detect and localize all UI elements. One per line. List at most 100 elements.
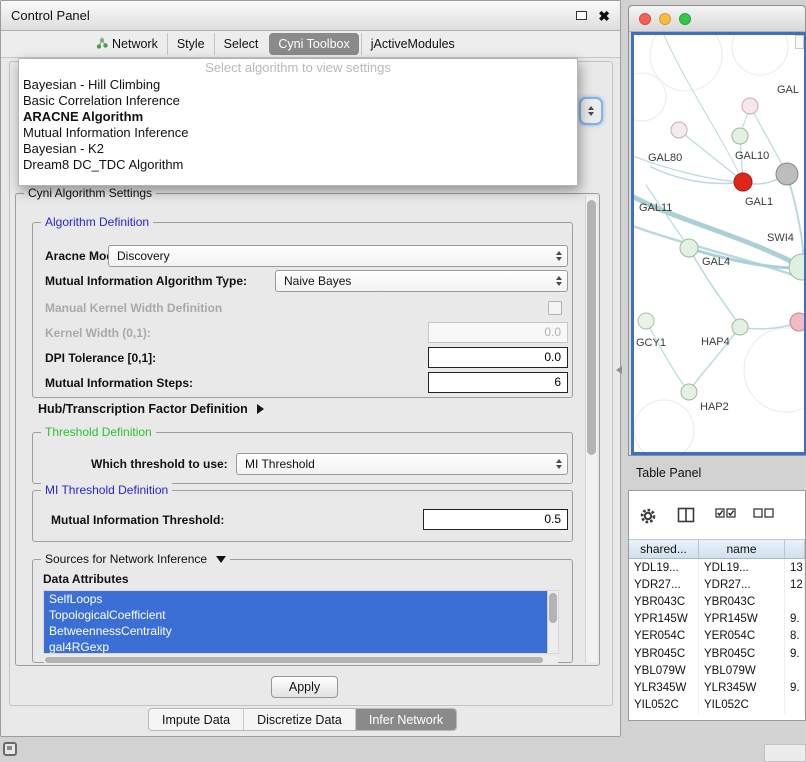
attribute-item-betweennesscentrality[interactable]: BetweennessCentrality	[44, 623, 547, 639]
table-row[interactable]: YBR043CYBR043C	[629, 593, 805, 610]
network-node[interactable]	[789, 254, 804, 280]
network-edge[interactable]	[750, 106, 786, 172]
tab-infer-network[interactable]: Infer Network	[355, 709, 456, 730]
network-node[interactable]	[638, 313, 654, 329]
column-header-name[interactable]: name	[699, 540, 785, 558]
table-cell: YBR043C	[699, 593, 785, 610]
which-threshold-select[interactable]: MI Threshold	[236, 453, 568, 475]
column-header-extra[interactable]	[785, 540, 805, 558]
table-panel-title: Table Panel	[636, 466, 701, 480]
network-node[interactable]	[790, 313, 804, 331]
network-node[interactable]	[734, 173, 752, 191]
aracne-mode-row: Aracne Mode: Discovery	[33, 245, 572, 267]
algorithm-option-basic-correlation-inference[interactable]: Basic Correlation Inference	[19, 93, 577, 109]
table-cell: YBR045C	[699, 645, 785, 662]
algorithm-option-aracne-algorithm[interactable]: ARACNE Algorithm	[19, 109, 577, 125]
attribute-item-gal4rgexp[interactable]: gal4RGexp	[44, 639, 547, 653]
network-node[interactable]	[671, 122, 687, 138]
which-threshold-value: MI Threshold	[245, 457, 315, 471]
cyni-algorithm-settings-group: Cyni Algorithm Settings Algorithm Defini…	[15, 193, 600, 666]
network-node[interactable]	[776, 163, 798, 185]
network-edge[interactable]	[646, 321, 688, 391]
background-circle	[634, 73, 666, 121]
algorithm-popup-list: Bayesian - Hill ClimbingBasic Correlatio…	[19, 77, 577, 173]
table-cell: YLR345W	[699, 679, 785, 696]
network-node[interactable]	[681, 384, 697, 400]
tab-discretize-data[interactable]: Discretize Data	[243, 709, 355, 730]
table-row[interactable]: YBL079WYBL079W	[629, 662, 805, 679]
mi-steps-row: Mutual Information Steps: 6	[33, 372, 572, 394]
scrollbar-thumb[interactable]	[549, 593, 557, 623]
columns-icon[interactable]	[677, 507, 695, 528]
kernel-width-field[interactable]: 0.0	[428, 322, 568, 343]
algorithm-combo-button[interactable]	[579, 97, 603, 125]
control-panel-window: Control Panel ✖ NetworkStyleSelectCyni T…	[0, 0, 621, 737]
table-panel-window: shared...name YDL19...YDL19...13YDR27...…	[628, 490, 806, 721]
attribute-item-selfloops[interactable]: SelfLoops	[44, 591, 547, 607]
zoom-light[interactable]	[679, 13, 691, 25]
table-cell	[785, 593, 805, 610]
table-row[interactable]: YPR145WYPR145W9.	[629, 611, 805, 628]
hub-definition-toggle[interactable]: Hub/Transcription Factor Definition	[38, 402, 264, 416]
network-canvas[interactable]: GALGAL80GAL10GAL11GAL1SWI4GAL4GCY1HAP4HA…	[631, 32, 806, 455]
algorithm-option-dream8-dc-tdc-algorithm[interactable]: Dream8 DC_TDC Algorithm	[19, 157, 577, 173]
sources-toggle[interactable]: Sources for Network Inference	[41, 552, 230, 567]
algorithm-option-bayesian-hill-climbing[interactable]: Bayesian - Hill Climbing	[19, 77, 577, 93]
table-row[interactable]: YLR345WYLR345W9.	[629, 679, 805, 696]
tab-impute-data[interactable]: Impute Data	[149, 709, 243, 730]
table-row[interactable]: YIL052CYIL052C	[629, 697, 805, 714]
algorithm-option-mutual-information-inference[interactable]: Mutual Information Inference	[19, 125, 577, 141]
table-cell: 13	[785, 559, 805, 576]
tab-network[interactable]: Network	[87, 33, 167, 56]
dpi-tolerance-label: DPI Tolerance [0,1]:	[45, 347, 156, 369]
table-row[interactable]: YBR045CYBR045C9.	[629, 645, 805, 662]
unchecked-columns-icon[interactable]	[753, 507, 775, 525]
mi-threshold-field[interactable]: 0.5	[423, 509, 568, 530]
attributes-hscrollbar[interactable]	[43, 656, 559, 664]
dpi-tolerance-field[interactable]: 0.0	[428, 347, 568, 368]
tab-style[interactable]: Style	[167, 33, 214, 55]
scrollbar-thumb[interactable]	[45, 657, 543, 663]
scrollbar-thumb[interactable]	[587, 200, 596, 455]
mi-algorithm-type-select[interactable]: Naive Bayes	[275, 270, 568, 292]
tab-label: jActiveModules	[371, 37, 455, 51]
table-cell: YIL052C	[629, 697, 699, 714]
panel-collapse-arrow-icon[interactable]	[616, 366, 622, 374]
network-node[interactable]	[742, 98, 758, 114]
manual-kernel-row: Manual Kernel Width Definition	[33, 297, 572, 319]
background-circle	[744, 328, 804, 412]
collapse-down-icon	[216, 556, 226, 563]
mi-threshold-row: Mutual Information Threshold: 0.5	[33, 509, 572, 531]
restore-panel-icon[interactable]	[3, 742, 17, 756]
network-node[interactable]	[732, 128, 748, 144]
network-node[interactable]	[732, 319, 748, 335]
checked-columns-icon[interactable]	[715, 507, 737, 525]
network-node[interactable]	[680, 239, 698, 257]
network-edge[interactable]	[787, 174, 804, 265]
threshold-definition-group: Threshold Definition Which threshold to …	[32, 432, 573, 484]
aracne-mode-select[interactable]: Discovery	[108, 245, 568, 267]
settings-scrollbar[interactable]	[585, 196, 597, 663]
mi-steps-field[interactable]: 6	[428, 372, 568, 393]
float-window-icon[interactable]	[576, 11, 587, 20]
mi-algorithm-type-row: Mutual Information Algorithm Type: Naive…	[33, 270, 572, 292]
minimize-light[interactable]	[659, 13, 671, 25]
algorithm-option-bayesian-k2[interactable]: Bayesian - K2	[19, 141, 577, 157]
tab-jactivemodules[interactable]: jActiveModules	[361, 33, 464, 55]
network-scrollbar-stub[interactable]	[795, 35, 804, 49]
table-row[interactable]: YDR27...YDR27...12	[629, 576, 805, 593]
tab-cyni-toolbox[interactable]: Cyni Toolbox	[269, 33, 358, 55]
attributes-scrollbar[interactable]	[547, 591, 558, 653]
column-header-shared[interactable]: shared...	[629, 540, 699, 558]
manual-kernel-checkbox[interactable]	[548, 301, 562, 315]
apply-button[interactable]: Apply	[271, 676, 338, 698]
table-row[interactable]: YER054CYER054C8.	[629, 628, 805, 645]
close-light[interactable]	[639, 13, 651, 25]
attribute-item-topologicalcoefficient[interactable]: TopologicalCoefficient	[44, 607, 547, 623]
gear-icon[interactable]	[639, 507, 657, 530]
network-view-window: GALGAL80GAL10GAL11GAL1SWI4GAL4GCY1HAP4HA…	[628, 5, 806, 456]
tab-select[interactable]: Select	[214, 33, 268, 55]
close-icon[interactable]: ✖	[598, 9, 610, 23]
combo-arrows-icon	[550, 454, 567, 474]
table-row[interactable]: YDL19...YDL19...13	[629, 559, 805, 576]
